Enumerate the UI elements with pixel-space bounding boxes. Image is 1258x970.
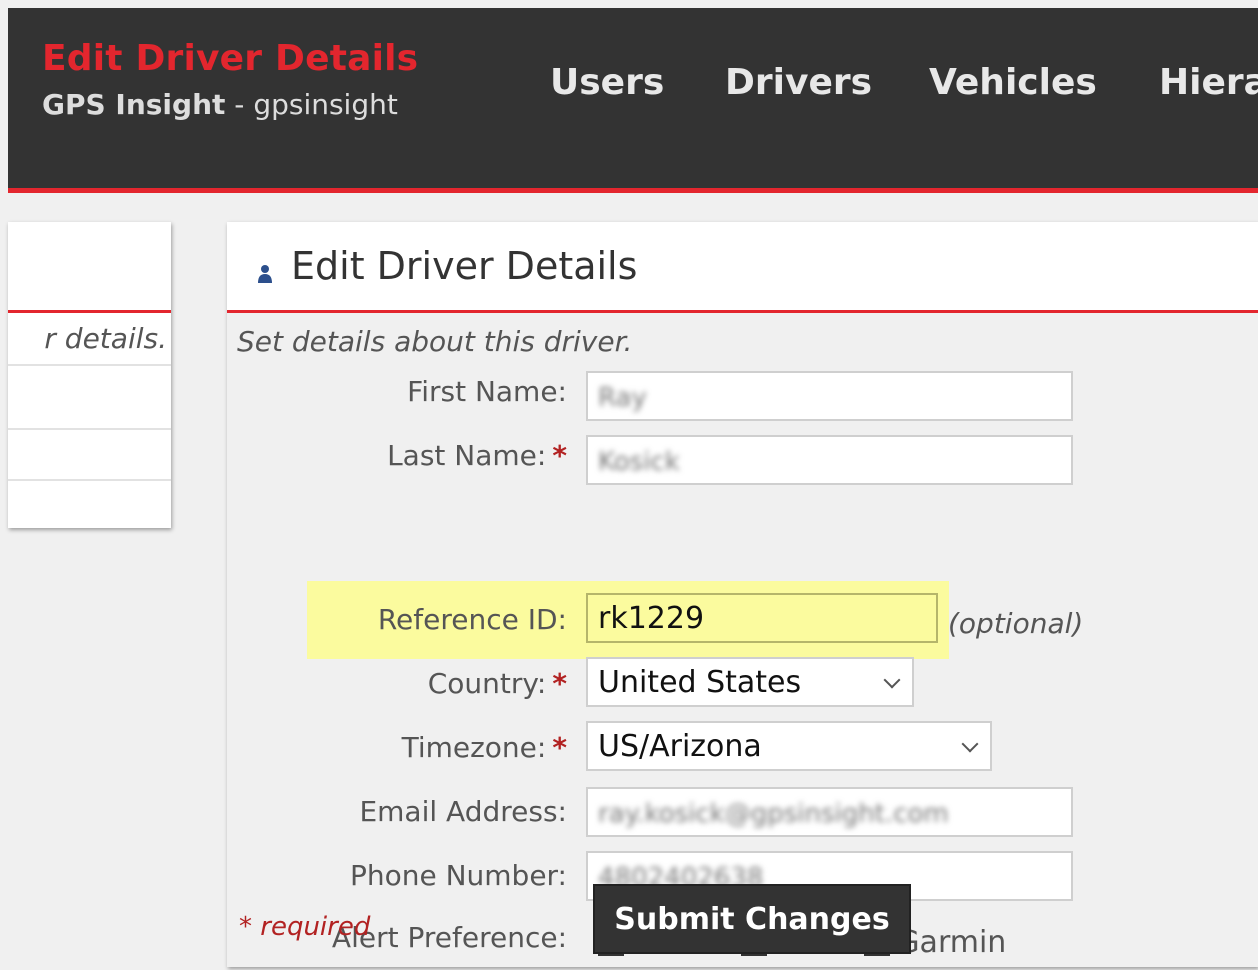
driver-form: Set details about this driver. First Nam… (227, 313, 1258, 967)
reference-id-label: Reference ID: (377, 603, 567, 636)
page-title: Edit Driver Details (42, 38, 419, 79)
email-input[interactable]: ray.kosick@gpsinsight.com (586, 787, 1073, 837)
chevron-down-icon (961, 735, 979, 753)
submit-changes-button[interactable]: Submit Changes (593, 884, 911, 954)
nav-users[interactable]: Users (550, 62, 664, 103)
reference-id-input[interactable]: rk1229 (586, 593, 938, 643)
account-name: gpsinsight (253, 88, 398, 121)
org-name: GPS Insight (42, 88, 226, 121)
edit-driver-card: Edit Driver Details Set details about th… (227, 222, 1258, 967)
chevron-down-icon (883, 671, 901, 689)
timezone-label: Timezone: * (401, 731, 567, 764)
left-panel: r details. (8, 222, 171, 528)
optional-note: (optional) (948, 607, 1084, 640)
required-note: * required (239, 912, 371, 942)
country-label: Country: * (427, 667, 567, 700)
nav-vehicles[interactable]: Vehicles (929, 62, 1097, 103)
left-panel-row-divider (8, 428, 171, 430)
top-header: Edit Driver Details GPS Insight - gpsins… (8, 8, 1258, 193)
left-panel-row-divider (8, 364, 171, 366)
account-line: GPS Insight - gpsinsight (42, 88, 398, 121)
left-panel-row-divider (8, 479, 171, 481)
email-label: Email Address: (359, 795, 567, 828)
country-select[interactable]: United States (586, 657, 914, 707)
left-panel-description: r details. (44, 322, 167, 355)
card-title: Edit Driver Details (291, 244, 638, 288)
nav-hierarchy[interactable]: Hiera (1159, 62, 1258, 103)
nav-drivers[interactable]: Drivers (725, 62, 872, 103)
form-description: Set details about this driver. (237, 325, 633, 358)
last-name-label: Last Name: * (387, 439, 567, 472)
first-name-label: First Name: (407, 375, 567, 408)
account-separator: - (225, 88, 254, 121)
user-icon (258, 265, 272, 283)
phone-label: Phone Number: (349, 859, 567, 892)
timezone-select[interactable]: US/Arizona (586, 721, 992, 771)
left-panel-divider (8, 310, 171, 313)
last-name-input[interactable]: Kosick (586, 435, 1073, 485)
first-name-input[interactable]: Ray (586, 371, 1073, 421)
card-header: Edit Driver Details (227, 222, 1258, 310)
